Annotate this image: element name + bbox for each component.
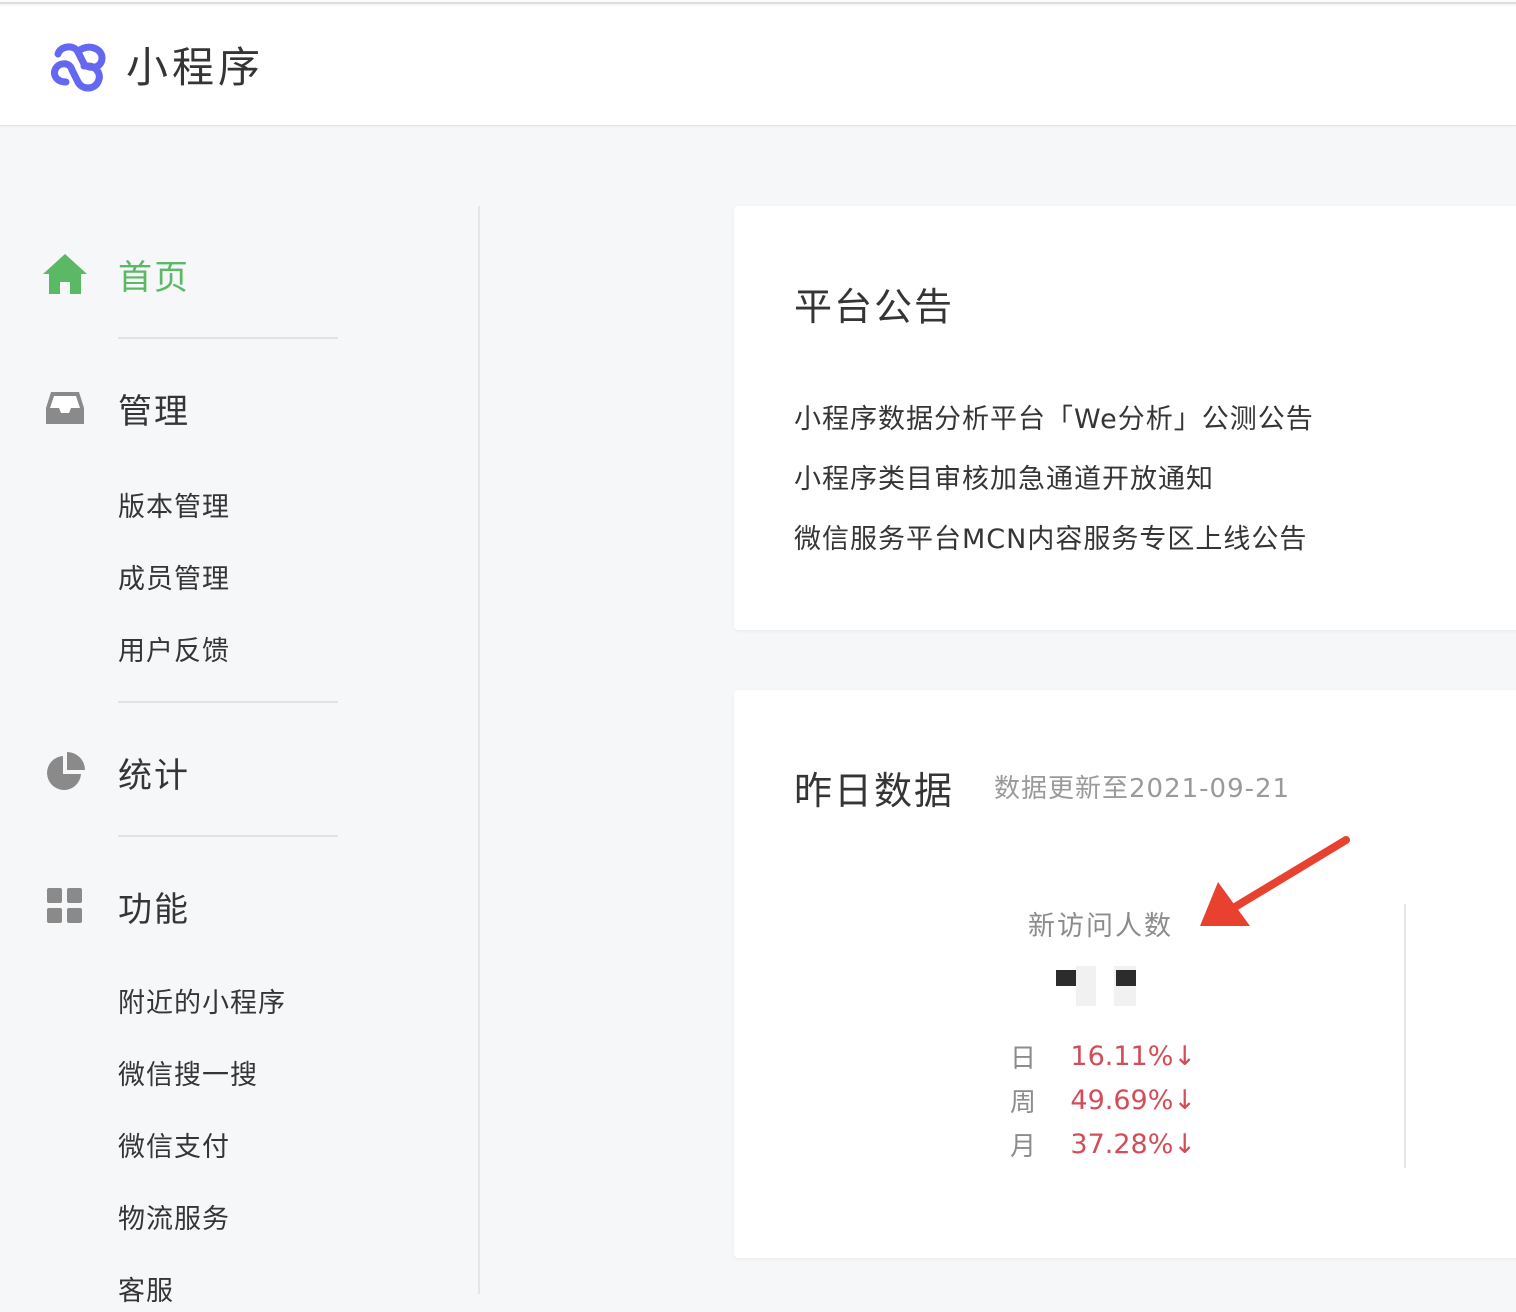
comparison-month-value: 37.28%↓	[1070, 1128, 1196, 1160]
comparison-day-value: 16.11%↓	[1070, 1040, 1196, 1072]
nav-member-manage[interactable]: 成员管理	[118, 560, 230, 600]
metric-column-divider	[1404, 904, 1406, 1168]
comparison-month-label: 月	[1010, 1131, 1037, 1162]
notice-title: 平台公告	[794, 285, 955, 329]
notice-item[interactable]: 小程序类目审核加急通道开放通知	[794, 460, 1214, 500]
comparison-week-label: 周	[1010, 1087, 1037, 1118]
nav-features-label: 功能	[118, 889, 190, 930]
nav-home[interactable]: 首页	[40, 244, 190, 304]
data-updated-text: 数据更新至2021-09-21	[994, 774, 1291, 804]
notice-card: 平台公告 小程序数据分析平台「We分析」公测公告 小程序类目审核加急通道开放通知…	[734, 206, 1516, 630]
notice-item[interactable]: 小程序数据分析平台「We分析」公测公告	[794, 400, 1314, 440]
nav-user-feedback[interactable]: 用户反馈	[118, 632, 230, 672]
top-header: 小程序	[0, 6, 1516, 126]
nav-separator	[118, 337, 338, 339]
nav-logistics[interactable]: 物流服务	[118, 1200, 230, 1240]
comparison-week-value: 49.69%↓	[1070, 1084, 1196, 1116]
nav-nearby-mini-program[interactable]: 附近的小程序	[118, 984, 286, 1024]
nav-version-manage[interactable]: 版本管理	[118, 488, 230, 528]
nav-wechat-search[interactable]: 微信搜一搜	[118, 1056, 258, 1096]
pie-chart-icon	[40, 747, 90, 797]
grid-icon	[40, 881, 90, 931]
comparison-day-label: 日	[1010, 1043, 1037, 1074]
nav-wechat-pay[interactable]: 微信支付	[118, 1128, 230, 1168]
annotation-arrow-icon	[1200, 836, 1350, 926]
app-title: 小程序	[126, 43, 265, 92]
nav-home-label: 首页	[118, 257, 190, 298]
nav-separator	[118, 835, 338, 837]
home-icon	[40, 249, 90, 299]
nav-stats[interactable]: 统计	[40, 742, 190, 802]
notice-item[interactable]: 微信服务平台MCN内容服务专区上线公告	[794, 520, 1307, 560]
inbox-icon	[40, 383, 90, 433]
nav-customer-service[interactable]: 客服	[118, 1272, 174, 1312]
sidebar-divider	[478, 206, 480, 1294]
top-border	[0, 0, 1516, 4]
new-visitors-label: 新访问人数	[1028, 911, 1173, 942]
yesterday-data-card: 昨日数据 数据更新至2021-09-21 新访问人数 日 16.11%↓ 周 4…	[734, 690, 1516, 1258]
new-visitors-value-redacted	[1056, 966, 1140, 1010]
nav-manage-label: 管理	[118, 391, 190, 432]
mini-program-logo-icon[interactable]	[44, 38, 108, 98]
nav-features[interactable]: 功能	[40, 876, 190, 936]
comparison-day: 日 16.11%↓	[1010, 1036, 1196, 1076]
yesterday-title: 昨日数据	[794, 769, 955, 813]
nav-manage[interactable]: 管理	[40, 378, 190, 438]
nav-separator	[118, 701, 338, 703]
comparison-month: 月 37.28%↓	[1010, 1124, 1196, 1164]
comparison-week: 周 49.69%↓	[1010, 1080, 1196, 1120]
nav-stats-label: 统计	[118, 755, 190, 796]
